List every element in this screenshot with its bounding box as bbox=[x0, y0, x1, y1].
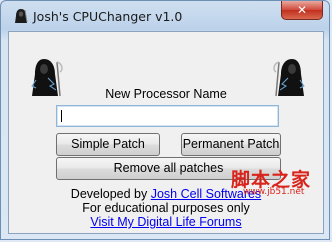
simple-patch-button[interactable]: Simple Patch bbox=[56, 133, 160, 156]
forum-link[interactable]: Visit My Digital Life Forums bbox=[90, 215, 241, 229]
processor-name-input[interactable] bbox=[56, 105, 279, 127]
watermark: 脚本之家 www.jb51.net bbox=[211, 165, 321, 199]
text-caret bbox=[61, 110, 62, 122]
close-button[interactable]: ✕ bbox=[281, 1, 323, 20]
main-panel: New Processor Name Simple Patch Permanen… bbox=[8, 31, 324, 234]
educational-notice: For educational purposes only bbox=[82, 201, 250, 215]
window-title: Josh's CPUChanger v1.0 bbox=[33, 9, 183, 24]
permanent-patch-button[interactable]: Permanent Patch bbox=[181, 133, 281, 156]
forum-line: Visit My Digital Life Forums bbox=[9, 215, 323, 229]
grim-reaper-icon bbox=[15, 9, 28, 23]
developed-by-label: Developed by bbox=[70, 187, 151, 201]
app-window: Josh's CPUChanger v1.0 ✕ New Processor N… bbox=[0, 0, 330, 240]
processor-name-label: New Processor Name bbox=[105, 87, 227, 101]
title-bar[interactable]: Josh's CPUChanger v1.0 ✕ bbox=[1, 1, 329, 31]
watermark-url: www.jb51.net bbox=[243, 187, 305, 197]
